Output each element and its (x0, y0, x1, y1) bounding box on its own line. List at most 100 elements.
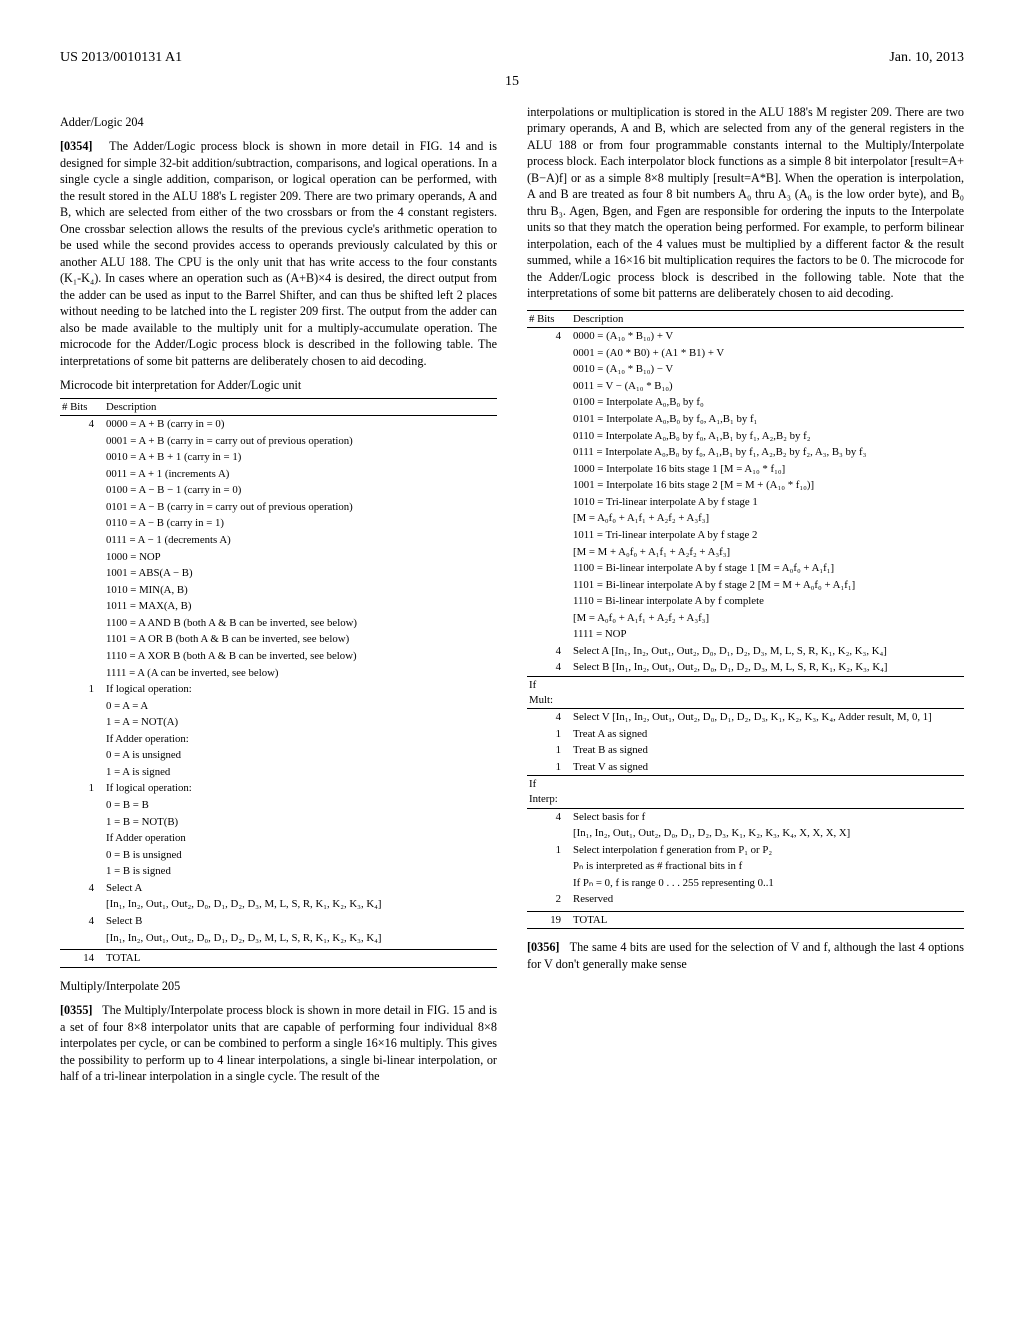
table-cell-desc: Select A [In₁, In₂, Out₁, Out₂, D₀, D₁, … (571, 643, 964, 660)
table-cell-bits (60, 532, 104, 549)
table-cell-desc: 0100 = Interpolate A₀,B₀ by f₀ (571, 394, 964, 411)
table-cell-desc: Reserved (571, 891, 964, 911)
table-cell-desc: 0111 = A − 1 (decrements A) (104, 532, 497, 549)
table-cell-desc: 1 = A is signed (104, 764, 497, 781)
table-cell-bits: 2 (527, 891, 571, 911)
table-cell-desc: Pₙ is interpreted as # fractional bits i… (571, 858, 964, 875)
table-cell-bits (60, 482, 104, 499)
table-cell-desc: 1001 = ABS(A − B) (104, 565, 497, 582)
para-0356: [0356] The same 4 bits are used for the … (527, 939, 964, 972)
adder-paragraph: [0354] The Adder/Logic process block is … (60, 138, 497, 369)
table-cell-bits (527, 510, 571, 527)
table-cell-desc: Select A (104, 880, 497, 897)
table-subhead: IfMult: (527, 677, 964, 709)
table-cell-desc: 0101 = A − B (carry in = carry out of pr… (104, 499, 497, 516)
table-cell-desc: 0001 = (A0 * B0) + (A1 * B1) + V (571, 345, 964, 362)
table-cell-bits (60, 764, 104, 781)
table-cell-desc: [In₁, In₂, Out₁, Out₂, D₀, D₁, D₂, D₃, K… (571, 825, 964, 842)
table-cell-desc: Treat B as signed (571, 742, 964, 759)
table-cell-bits (527, 394, 571, 411)
table-cell-bits (527, 858, 571, 875)
table-cell-bits (60, 631, 104, 648)
table-cell-desc: [In₁, In₂, Out₁, Out₂, D₀, D₁, D₂, D₃, M… (104, 896, 497, 913)
table-cell-bits: 4 (527, 808, 571, 825)
table-cell-bits: 1 (60, 780, 104, 797)
multiply-paragraph-cont: interpolations or multiplication is stor… (527, 104, 964, 302)
table-cell-desc: 1111 = NOP (571, 626, 964, 643)
table-cell-desc: 1101 = A OR B (both A & B can be inverte… (104, 631, 497, 648)
table-cell-desc: Select B (104, 913, 497, 930)
table-cell-desc: 0000 = (A₁₀ * B₁₀) + V (571, 328, 964, 345)
table-cell-desc: If Pₙ = 0, f is range 0 . . . 255 repres… (571, 875, 964, 892)
table-cell-desc: 0 = A is unsigned (104, 747, 497, 764)
table-total-label: TOTAL (104, 950, 497, 968)
table-cell-bits (60, 598, 104, 615)
table-cell-bits (60, 747, 104, 764)
adder-heading: Adder/Logic 204 (60, 114, 497, 130)
table-cell-desc: 1110 = Bi-linear interpolate A by f comp… (571, 593, 964, 610)
table-cell-desc: 0011 = A + 1 (increments A) (104, 466, 497, 483)
table-cell-bits (60, 549, 104, 566)
adder-table-caption: Microcode bit interpretation for Adder/L… (60, 377, 497, 393)
table-total-label: TOTAL (571, 911, 964, 929)
table-cell-bits (527, 626, 571, 643)
table-cell-bits (527, 411, 571, 428)
multiply-para-first-text: The Multiply/Interpolate process block i… (60, 1003, 497, 1083)
table-cell-bits: 4 (60, 880, 104, 897)
table-cell-bits (527, 428, 571, 445)
table-cell-bits (60, 731, 104, 748)
table-cell-bits: 4 (60, 913, 104, 930)
table-cell-bits: 1 (527, 726, 571, 743)
table-cell-bits: 4 (527, 709, 571, 726)
table-cell-desc: 0101 = Interpolate A₀,B₀ by f₀, A₁,B₁ by… (571, 411, 964, 428)
table-cell-bits (60, 797, 104, 814)
table-cell-desc: 1 = B is signed (104, 863, 497, 880)
table-cell-desc: 0 = B = B (104, 797, 497, 814)
table-cell-bits (527, 560, 571, 577)
table-cell-desc: [M = M + A₀f₀ + A₁f₁ + A₂f₂ + A₃f₃] (571, 544, 964, 561)
table-cell-bits: 1 (60, 681, 104, 698)
multiply-microcode-table: # Bits Description 40000 = (A₁₀ * B₁₀) +… (527, 310, 964, 930)
table-cell-desc: 1001 = Interpolate 16 bits stage 2 [M = … (571, 477, 964, 494)
table-cell-desc: [M = A₀f₀ + A₁f₁ + A₂f₂ + A₃f₃] (571, 510, 964, 527)
table-cell-desc: Select basis for f (571, 808, 964, 825)
table-total-bits: 19 (527, 911, 571, 929)
table-cell-desc: 0110 = A − B (carry in = 1) (104, 515, 497, 532)
table-cell-desc: 1 = B = NOT(B) (104, 814, 497, 831)
table-cell-desc: [In₁, In₂, Out₁, Out₂, D₀, D₁, D₂, D₃, M… (104, 930, 497, 950)
table-cell-bits (60, 515, 104, 532)
table-cell-desc: 0110 = Interpolate A₀,B₀ by f₀, A₁,B₁ by… (571, 428, 964, 445)
table-cell-bits (60, 698, 104, 715)
table-cell-desc: 1010 = MIN(A, B) (104, 582, 497, 599)
table-cell-desc: 0001 = A + B (carry in = carry out of pr… (104, 433, 497, 450)
table-cell-desc: 0 = A = A (104, 698, 497, 715)
table-cell-desc: If Adder operation (104, 830, 497, 847)
para-num-0356: [0356] (527, 940, 560, 954)
table-cell-bits (60, 648, 104, 665)
table-cell-desc: [M = A₀f₀ + A₁f₁ + A₂f₂ + A₃f₃] (571, 610, 964, 627)
table-cell-bits: 4 (527, 328, 571, 345)
table-cell-desc: Treat A as signed (571, 726, 964, 743)
table-cell-bits (60, 714, 104, 731)
table-cell-desc: 1111 = A (A can be inverted, see below) (104, 665, 497, 682)
table-cell-bits (527, 875, 571, 892)
table-cell-desc: 1101 = Bi-linear interpolate A by f stag… (571, 577, 964, 594)
table-cell-bits (60, 863, 104, 880)
table-cell-bits (60, 466, 104, 483)
table-cell-bits (527, 494, 571, 511)
table-cell-bits: 4 (60, 416, 104, 433)
para-0356-text: The same 4 bits are used for the selecti… (527, 940, 964, 970)
table-cell-desc: 1010 = Tri-linear interpolate A by f sta… (571, 494, 964, 511)
table-cell-desc: If Adder operation: (104, 731, 497, 748)
table-cell-bits (527, 544, 571, 561)
table-cell-desc: 0111 = Interpolate A₀,B₀ by f₀, A₁,B₁ by… (571, 444, 964, 461)
table-cell-desc: Select B [In₁, In₂, Out₁, Out₂, D₀, D₁, … (571, 659, 964, 676)
table-cell-desc: 0011 = V − (A₁₀ * B₁₀) (571, 378, 964, 395)
table-cell-desc: If logical operation: (104, 780, 497, 797)
table-cell-desc: 1110 = A XOR B (both A & B can be invert… (104, 648, 497, 665)
pub-date: Jan. 10, 2013 (889, 50, 964, 66)
table-cell-bits (527, 825, 571, 842)
table-cell-bits (527, 361, 571, 378)
table-cell-desc: 0 = B is unsigned (104, 847, 497, 864)
table-cell-bits (527, 577, 571, 594)
